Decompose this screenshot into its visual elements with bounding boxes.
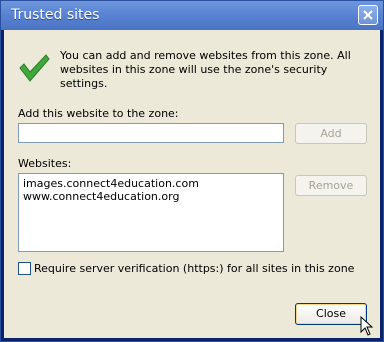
require-https-checkbox[interactable] xyxy=(18,262,31,275)
remove-button[interactable]: Remove xyxy=(295,175,367,196)
title-bar[interactable]: Trusted sites xyxy=(1,1,383,30)
list-item[interactable]: www.connect4education.org xyxy=(19,190,283,203)
window-close-button[interactable] xyxy=(358,5,378,25)
close-icon xyxy=(363,10,373,20)
require-https-label[interactable]: Require server verification (https:) for… xyxy=(34,262,354,275)
list-item[interactable]: images.connect4education.com xyxy=(19,177,283,190)
add-website-input[interactable] xyxy=(18,123,284,143)
add-button[interactable]: Add xyxy=(295,123,367,144)
mouse-cursor-icon xyxy=(360,316,373,336)
trusted-sites-dialog: Trusted sites You can add and remove web… xyxy=(0,0,384,342)
websites-list[interactable]: images.connect4education.com www.connect… xyxy=(18,173,284,252)
green-check-icon xyxy=(19,54,50,82)
websites-label: Websites: xyxy=(18,157,72,170)
add-website-label: Add this website to the zone: xyxy=(18,107,179,120)
window-title: Trusted sites xyxy=(11,7,100,23)
close-button[interactable]: Close xyxy=(295,303,367,325)
dialog-body: You can add and remove websites from thi… xyxy=(4,30,380,338)
intro-text: You can add and remove websites from thi… xyxy=(60,49,351,90)
